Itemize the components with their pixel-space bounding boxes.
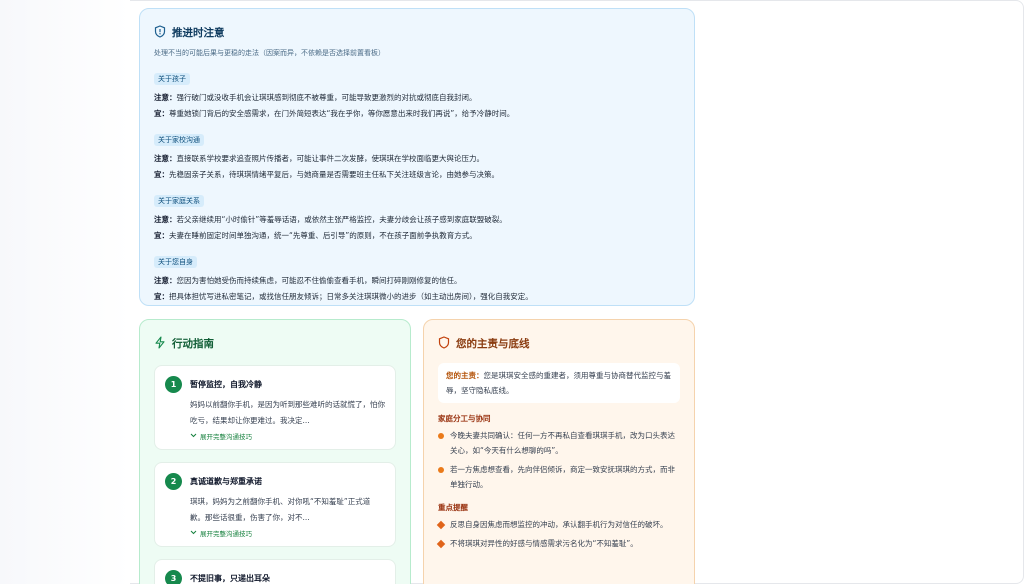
caution-note: 注意：强行破门或没收手机会让琪琪感到彻底不被尊重，可能导致更激烈的对抗或彻底自我… (154, 93, 477, 102)
expand-tips-link[interactable]: 展开完整沟通技巧 (190, 431, 385, 441)
expand-tips-link[interactable]: 展开完整沟通技巧 (190, 528, 385, 538)
duty-title: 您的主责与底线 (456, 338, 530, 350)
action-title: 行动指南 (172, 338, 214, 350)
caution-section-child: 关于孩子 注意：强行破门或没收手机会让琪琪感到彻底不被尊重，可能导致更激烈的对抗… (154, 66, 680, 122)
step-title: 不提旧事，只递出耳朵 (190, 574, 270, 583)
caution-note: 注意：您因为害怕她受伤而持续焦虑，可能忍不住偷偷查看手机，瞬间打碎刚刚修复的信任… (154, 276, 462, 285)
action-guide-card: 行动指南 1 暂停监控，自我冷静 妈妈以前翻你手机，是因为听到那些难听的话就慌了… (139, 319, 411, 584)
caution-note: 注意：若父亲继续用“小时偷针”等羞辱话语，或依然主张严格监控，夫妻分歧会让孩子感… (154, 215, 507, 224)
chevron-down-icon (190, 529, 197, 537)
shield-icon (154, 23, 166, 42)
step-text: 琪琪，妈妈为之前翻你手机、对你吼“不知羞耻”正式道歉。那些话很重，伤害了你，对不… (190, 497, 371, 522)
caution-section-self: 关于您自身 注意：您因为害怕她受伤而持续焦虑，可能忍不住偷偷查看手机，瞬间打碎刚… (154, 249, 680, 305)
caution-advice: 宜：先稳固亲子关系，待琪琪情绪平复后，与她商量是否需要班主任私下关注班级言论，由… (154, 170, 499, 179)
step-text: 妈妈以前翻你手机，是因为听到那些难听的话就慌了，怕你吃亏，结果却让你更难过。我决… (190, 400, 385, 425)
action-step-1: 1 暂停监控，自我冷静 妈妈以前翻你手机，是因为听到那些难听的话就慌了，怕你吃亏… (154, 365, 396, 450)
section-tag: 关于孩子 (154, 73, 190, 85)
shield-icon (438, 334, 450, 353)
page-background (0, 0, 130, 584)
caution-advice: 宜：夫妻在睡前固定时间单独沟通，统一“先尊重、后引导”的原则，不在孩子面前争执教… (154, 231, 477, 240)
bullet-diamond (436, 520, 446, 530)
chevron-down-icon (190, 432, 197, 440)
list-item: 不将琪琪对异性的好感与情感需求污名化为“不知羞耻”。 (436, 536, 680, 551)
caution-advice: 宜：把具体担忧写进私密笔记，或找信任朋友倾诉；日常多关注琪琪微小的进步（如主动出… (154, 292, 533, 301)
lightning-icon (154, 334, 166, 353)
section-tag: 关于家校沟通 (154, 134, 204, 146)
bullet-dot (438, 467, 444, 473)
section-tag: 关于您自身 (154, 256, 197, 268)
caution-title: 推进时注意 (172, 27, 225, 39)
action-step-3: 3 不提旧事，只递出耳朵 (154, 559, 396, 584)
list-item: 若一方焦虑想查看，先向伴侣倾诉，商定一致安抚琪琪的方式，而非单独行动。 (438, 462, 680, 492)
caution-header: 推进时注意 (154, 23, 680, 42)
caution-advice: 宜：尊重她锁门背后的安全感需求，在门外简短表达“我在乎你，等你愿意出来时我们再说… (154, 109, 515, 118)
bullet-diamond (436, 539, 446, 549)
action-header: 行动指南 (154, 334, 396, 353)
caution-subtitle: 处理不当的可能后果与更稳的走法（因案而异，不依赖是否选择前置看板） (154, 49, 385, 57)
bullet-dot (438, 433, 444, 439)
caution-section-school: 关于家校沟通 注意：直接联系学校要求追查照片传播者，可能让事件二次发酵，使琪琪在… (154, 127, 680, 183)
caution-note: 注意：直接联系学校要求追查照片传播者，可能让事件二次发酵，使琪琪在学校面临更大舆… (154, 154, 484, 163)
reminder-title: 重点提醒 (438, 503, 468, 512)
step-title: 真诚道歉与郑重承诺 (190, 477, 262, 486)
main-duty-box: 您的主责：您是琪琪安全感的重建者，须用尊重与协商替代监控与羞辱，坚守隐私底线。 (438, 363, 680, 403)
list-item: 反思自身因焦虑而想监控的冲动，承认翻手机行为对信任的破坏。 (436, 517, 680, 532)
step-number: 3 (165, 570, 182, 584)
step-number: 2 (165, 473, 182, 490)
caution-card: 推进时注意 处理不当的可能后果与更稳的走法（因案而异，不依赖是否选择前置看板） … (139, 8, 695, 306)
section-tag: 关于家庭关系 (154, 195, 204, 207)
action-step-2: 2 真诚道歉与郑重承诺 琪琪，妈妈为之前翻你手机、对你吼“不知羞耻”正式道歉。那… (154, 462, 396, 547)
duty-card: 您的主责与底线 您的主责：您是琪琪安全感的重建者，须用尊重与协商替代监控与羞辱，… (423, 319, 695, 584)
step-title: 暂停监控，自我冷静 (190, 380, 262, 389)
step-number: 1 (165, 376, 182, 393)
division-title: 家庭分工与协同 (438, 414, 491, 423)
duty-header: 您的主责与底线 (438, 334, 680, 353)
list-item: 今晚夫妻共同确认：任何一方不再私自查看琪琪手机，改为口头表达关心，如“今天有什么… (438, 428, 680, 458)
caution-section-family: 关于家庭关系 注意：若父亲继续用“小时偷针”等羞辱话语，或依然主张严格监控，夫妻… (154, 188, 680, 244)
